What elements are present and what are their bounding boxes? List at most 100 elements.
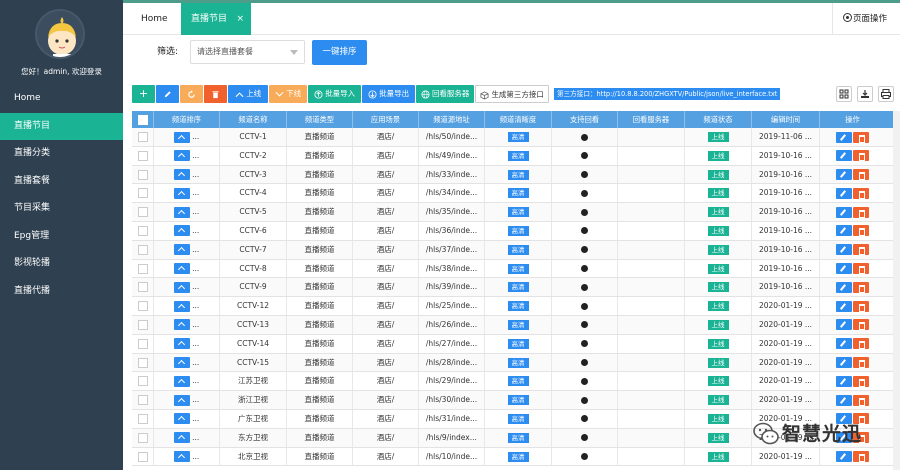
edit-row-button[interactable] [836, 187, 852, 199]
move-up-button[interactable] [173, 432, 190, 444]
refresh-button[interactable] [180, 85, 203, 103]
delete-row-button[interactable] [853, 187, 869, 199]
header-name[interactable]: 频道名称 [220, 111, 287, 128]
add-button[interactable]: + [132, 85, 155, 103]
edit-row-button[interactable] [836, 338, 852, 350]
delete-row-button[interactable] [853, 169, 869, 181]
status-badge[interactable]: 上线 [707, 207, 729, 218]
edit-row-button[interactable] [836, 281, 852, 293]
status-badge[interactable]: 上线 [707, 132, 729, 142]
status-badge[interactable]: 上线 [707, 319, 729, 330]
edit-row-button[interactable] [836, 263, 852, 275]
vertical-scrollbar[interactable] [893, 111, 900, 470]
table-row[interactable]: ... CCTV-8 直播频道 酒店//hls/38/inde... 高清 上线 2019-… [132, 259, 900, 279]
column-toggle-button[interactable] [836, 86, 852, 102]
delete-row-button[interactable] [853, 206, 869, 218]
online-button[interactable]: 上线 [228, 85, 268, 103]
api-url-link[interactable]: 第三方接口：http://10.8.8.200/ZHGXTV/Public/js… [554, 88, 781, 100]
header-scene[interactable]: 应用场景 [353, 111, 419, 128]
status-badge[interactable]: 上线 [707, 338, 729, 349]
status-badge[interactable]: 上线 [707, 432, 729, 443]
select-all-checkbox[interactable] [137, 115, 148, 125]
status-badge[interactable]: 上线 [707, 244, 729, 255]
delete-row-button[interactable] [853, 375, 869, 387]
batch-import-button[interactable]: 批量导入 [308, 85, 361, 103]
delete-row-button[interactable] [853, 451, 869, 463]
delete-button[interactable] [204, 85, 227, 103]
edit-row-button[interactable] [836, 319, 852, 331]
tab-live-programs[interactable]: 直播节目 × [181, 3, 251, 35]
row-checkbox[interactable] [137, 338, 148, 349]
sidebar-item-video-carousel[interactable]: 影视轮播 [0, 250, 123, 278]
table-row[interactable]: ... CCTV-3 直播频道 酒店//hls/33/inde... 高清 上线 2019-… [132, 165, 900, 185]
table-row[interactable]: ... CCTV-9 直播频道 酒店//hls/39/inde... 高清 上线 2019-… [132, 278, 900, 298]
table-row[interactable]: ... CCTV-7 直播频道 酒店//hls/37/inde... 高清 上线 2019-… [132, 240, 900, 260]
row-checkbox[interactable] [137, 451, 148, 462]
package-select[interactable]: 请选择直播套餐 [190, 40, 305, 64]
delete-row-button[interactable] [853, 394, 869, 406]
sidebar-item-home[interactable]: Home [0, 85, 123, 113]
row-checkbox[interactable] [137, 244, 148, 255]
move-up-button[interactable] [173, 413, 190, 425]
edit-row-button[interactable] [836, 150, 852, 162]
page-operations-menu[interactable]: 页面操作 [832, 3, 900, 35]
sidebar-item-live-categories[interactable]: 直播分类 [0, 140, 123, 168]
header-status[interactable]: 频道状态 [685, 111, 752, 128]
delete-row-button[interactable] [853, 281, 869, 293]
table-row[interactable]: ... CCTV-4 直播频道 酒店//hls/34/inde... 高清 上线 2019-… [132, 184, 900, 204]
move-up-button[interactable] [173, 225, 190, 237]
edit-row-button[interactable] [836, 451, 852, 463]
move-up-button[interactable] [173, 187, 190, 199]
row-checkbox[interactable] [137, 188, 148, 199]
row-checkbox[interactable] [137, 207, 148, 218]
export-button[interactable] [857, 86, 873, 102]
status-badge[interactable]: 上线 [707, 413, 729, 424]
batch-export-button[interactable]: 批量导出 [362, 85, 415, 103]
offline-button[interactable]: 下线 [269, 85, 307, 103]
table-row[interactable]: ... CCTV-2 直播频道 酒店//hls/49/inde... 高清 上线 2019-… [132, 146, 900, 166]
header-source[interactable]: 频道源地址 [419, 111, 485, 128]
table-row[interactable]: ... CCTV-14 直播频道 酒店//hls/27/inde... 高清 上线 2020… [132, 334, 900, 354]
move-up-button[interactable] [173, 338, 190, 350]
table-row[interactable]: ... 北京卫视 直播频道 酒店//hls/10/inde... 高清 上线 2020-01… [132, 447, 900, 467]
edit-row-button[interactable] [836, 300, 852, 312]
move-up-button[interactable] [173, 375, 190, 387]
row-checkbox[interactable] [137, 395, 148, 406]
status-badge[interactable]: 上线 [707, 263, 729, 274]
header-sort[interactable]: 频道排序 [154, 111, 220, 128]
header-type[interactable]: 频道类型 [287, 111, 353, 128]
edit-button[interactable] [156, 85, 179, 103]
edit-row-button[interactable] [836, 357, 852, 369]
table-row[interactable]: ... CCTV-1 直播频道 酒店//hls/50/inde... 高清 上线 2019-… [132, 128, 900, 147]
status-badge[interactable]: 上线 [707, 357, 729, 368]
delete-row-button[interactable] [853, 150, 869, 162]
status-badge[interactable]: 上线 [707, 225, 729, 236]
row-checkbox[interactable] [137, 225, 148, 236]
replay-server-button[interactable]: 回看服务器 [416, 85, 474, 103]
row-checkbox[interactable] [137, 357, 148, 368]
delete-row-button[interactable] [853, 225, 869, 237]
row-checkbox[interactable] [137, 169, 148, 180]
move-up-button[interactable] [173, 357, 190, 369]
edit-row-button[interactable] [836, 244, 852, 256]
status-badge[interactable]: 上线 [707, 150, 729, 161]
header-quality[interactable]: 频道清晰度 [485, 111, 552, 128]
status-badge[interactable]: 上线 [707, 282, 729, 293]
generate-api-button[interactable]: 生成第三方接口 [475, 85, 549, 103]
edit-row-button[interactable] [836, 394, 852, 406]
status-badge[interactable]: 上线 [707, 301, 729, 312]
edit-row-button[interactable] [836, 131, 852, 143]
edit-row-button[interactable] [836, 225, 852, 237]
sidebar-item-live-programs[interactable]: 直播节目 [0, 112, 123, 140]
delete-row-button[interactable] [853, 131, 869, 143]
tab-home[interactable]: Home [133, 3, 176, 35]
delete-row-button[interactable] [853, 263, 869, 275]
edit-row-button[interactable] [836, 375, 852, 387]
move-up-button[interactable] [173, 451, 190, 463]
table-row[interactable]: ... CCTV-12 直播频道 酒店//hls/25/inde... 高清 上线 2020… [132, 297, 900, 316]
row-checkbox[interactable] [137, 319, 148, 330]
sidebar-item-epg[interactable]: Epg管理 [0, 223, 123, 251]
move-up-button[interactable] [173, 131, 190, 143]
one-click-sort-button[interactable]: 一键排序 [312, 40, 367, 65]
status-badge[interactable]: 上线 [707, 169, 729, 180]
